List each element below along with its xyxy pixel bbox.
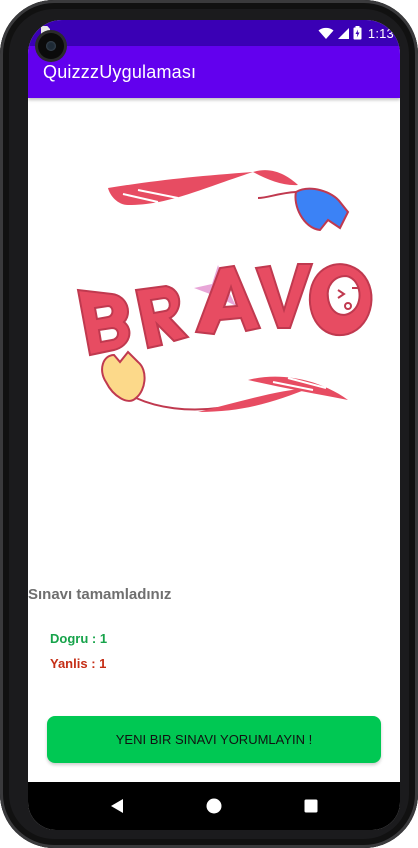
system-nav-bar [28,782,400,830]
recents-icon [304,799,318,813]
status-clock: 1:13 [367,25,394,41]
recents-button[interactable] [299,794,323,818]
bravo-letters [76,263,373,357]
app-bar: QuizzzUygulaması [28,46,400,98]
correct-count: Dogru : 1 [50,631,108,646]
home-icon [206,798,222,814]
wrong-count: Yanlis : 1 [50,656,107,671]
new-quiz-button[interactable]: YENI BIR SINAVI YORUMLAYIN ! [47,716,381,763]
battery-icon [353,26,362,40]
wink-face-icon [337,287,358,310]
camera-lens-icon [46,41,56,51]
status-icons: 1:13 [318,24,394,42]
back-icon [110,799,123,813]
wifi-icon [318,27,334,39]
phone-screen: 1:13 QuizzzUygulaması Sınavı tamamladını… [28,20,400,830]
signal-icon [337,27,349,39]
app-title: QuizzzUygulaması [43,61,197,82]
device-frame: 1:13 QuizzzUygulaması Sınavı tamamladını… [0,0,418,848]
back-button[interactable] [105,794,129,818]
completed-message: Sınavı tamamladınız [28,586,172,603]
home-button[interactable] [202,794,226,818]
top-swoosh [108,172,253,205]
bottom-swoosh [198,388,310,412]
front-camera [38,33,64,59]
status-bar: 1:13 [28,20,400,46]
bravo-image [76,170,373,412]
blue-tulip-icon [257,187,350,232]
yellow-tulip-icon [101,350,219,411]
